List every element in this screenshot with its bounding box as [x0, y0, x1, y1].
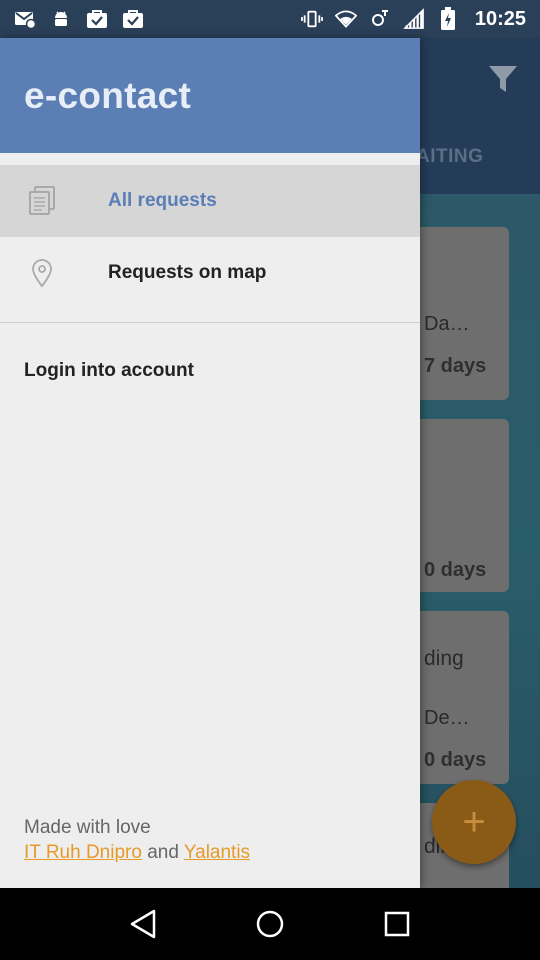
card-text: De… [424, 707, 470, 729]
tab-waiting[interactable]: AITING [416, 146, 483, 168]
footer-made-with: Made with love [24, 817, 151, 838]
footer-link-yalantis[interactable]: Yalantis [184, 842, 250, 863]
drawer-footer: Made with love IT Ruh Dnipro and Yalanti… [24, 815, 250, 865]
card-days: 7 days [424, 355, 487, 377]
menu-item-label: Requests on map [108, 262, 267, 283]
login-link[interactable]: Login into account [24, 360, 194, 382]
app-title: e-contact [24, 74, 192, 116]
footer-and: and [147, 842, 179, 863]
menu-item-requests-on-map[interactable]: Requests on map [0, 237, 420, 309]
bag-check-icon [86, 9, 108, 29]
card-days: 0 days [424, 559, 487, 581]
add-request-button[interactable]: + [432, 780, 516, 864]
card-days: 0 days [424, 749, 487, 771]
mail-icon [14, 9, 36, 29]
back-icon[interactable] [123, 904, 163, 944]
wifi-icon [334, 9, 357, 29]
menu-item-all-requests[interactable]: All requests [0, 165, 420, 237]
status-time: 10:25 [474, 7, 526, 30]
system-navigation-bar [0, 888, 540, 960]
bag-check-icon [122, 9, 144, 29]
plus-icon: + [462, 799, 486, 844]
drawer-header: e-contact [0, 38, 420, 153]
documents-icon [28, 185, 56, 217]
map-pin-icon [28, 257, 56, 289]
footer-link-it-ruh[interactable]: IT Ruh Dnipro [24, 842, 142, 863]
vibrate-icon [300, 9, 323, 29]
android-icon [50, 9, 72, 29]
menu-item-label: All requests [108, 190, 217, 211]
filter-icon[interactable] [488, 64, 518, 96]
request-card[interactable]: Da… 7 days [408, 227, 509, 400]
drawer-menu: All requests Requests on map [0, 165, 420, 323]
navigation-drawer: e-contact All requests Requests on map L… [0, 38, 420, 888]
status-bar: 10:25 [0, 0, 540, 38]
recents-icon[interactable] [377, 904, 417, 944]
request-card[interactable]: ding De… 0 days [408, 611, 509, 784]
signal-icon [403, 8, 425, 29]
data-saver-icon [369, 9, 391, 29]
menu-divider [0, 322, 420, 323]
request-card[interactable]: 0 days [408, 419, 509, 592]
card-text: Da… [424, 313, 470, 335]
home-icon[interactable] [250, 904, 290, 944]
card-title: ding [424, 647, 464, 670]
battery-charging-icon [437, 7, 459, 30]
